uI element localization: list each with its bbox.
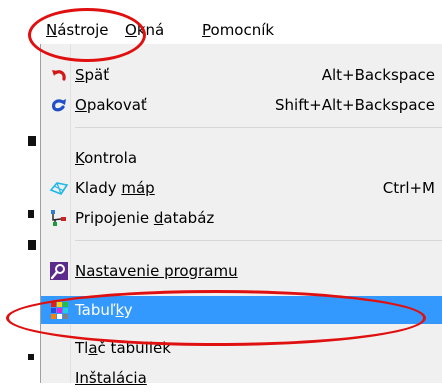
menu-item-spat[interactable]: Späť Alt+Backspace xyxy=(41,61,442,89)
menu-pomocnik-label: omocník xyxy=(210,21,275,39)
menu-item-instalacia[interactable]: Inštalácia xyxy=(41,364,442,392)
menu-separator xyxy=(75,240,442,241)
menu-item-opakovat-shortcut: Shift+Alt+Backspace xyxy=(275,96,435,114)
menu-nastroje-label: ástroje xyxy=(57,21,109,39)
menu-item-kontrola[interactable]: Kontrola xyxy=(41,144,442,172)
menu-item-kontrola-label: Kontrola xyxy=(75,149,138,167)
settings-magnifier-icon xyxy=(50,262,68,280)
menu-item-opakovat-label: Opakovať xyxy=(75,96,147,114)
menu-pomocnik[interactable]: Pomocník xyxy=(202,21,274,39)
menu-item-nastavenie-programu[interactable]: Nastavenie programu xyxy=(41,257,442,285)
redo-icon xyxy=(51,99,66,112)
menu-item-tlac-tabuliek-label: Tlač tabuliek xyxy=(75,339,171,357)
menu-item-klady-map-shortcut: Ctrl+M xyxy=(382,179,435,197)
menu-item-nastavenie-programu-label: Nastavenie programu xyxy=(75,262,238,280)
menu-item-opakovat[interactable]: Opakovať Shift+Alt+Backspace xyxy=(41,91,442,119)
menu-item-instalacia-label: Inštalácia xyxy=(75,369,147,387)
background-fragment xyxy=(28,136,36,146)
menu-bar: Nástroje Okná Pomocník xyxy=(0,0,442,44)
menu-separator xyxy=(75,127,442,128)
background-window-edge xyxy=(0,44,40,383)
background-fragment xyxy=(28,240,36,250)
undo-icon xyxy=(52,70,66,81)
menu-okna-mnemonic: O xyxy=(125,21,137,39)
database-connection-icon xyxy=(51,210,66,226)
background-fragment xyxy=(28,354,34,360)
nastroje-dropdown-menu: Späť Alt+Backspace Opakovať Shift+Alt+Ba… xyxy=(40,44,442,387)
menu-pomocnik-mnemonic: P xyxy=(202,21,211,39)
menu-item-pripojenie-databaz[interactable]: Pripojenie databáz xyxy=(41,204,442,232)
menu-item-spat-label: Späť xyxy=(75,66,110,84)
menu-item-klady-map-label: Klady máp xyxy=(75,179,155,197)
table-grid-icon xyxy=(51,302,68,319)
menu-nastroje[interactable]: Nástroje xyxy=(46,21,109,39)
menu-item-tabulky[interactable]: Tabuľky xyxy=(41,296,442,324)
background-fragment xyxy=(28,210,34,218)
menu-item-tlac-tabuliek[interactable]: Tlač tabuliek xyxy=(41,334,442,362)
menu-item-spat-shortcut: Alt+Backspace xyxy=(321,66,435,84)
menu-okna-label: kná xyxy=(136,21,165,39)
menu-item-pripojenie-databaz-label: Pripojenie databáz xyxy=(75,209,215,227)
menu-item-tabulky-label: Tabuľky xyxy=(75,301,133,319)
map-sheets-icon xyxy=(49,182,69,195)
menu-okna[interactable]: Okná xyxy=(125,21,164,39)
menu-nastroje-mnemonic: N xyxy=(46,21,58,39)
menu-item-klady-map[interactable]: Klady máp Ctrl+M xyxy=(41,174,442,202)
